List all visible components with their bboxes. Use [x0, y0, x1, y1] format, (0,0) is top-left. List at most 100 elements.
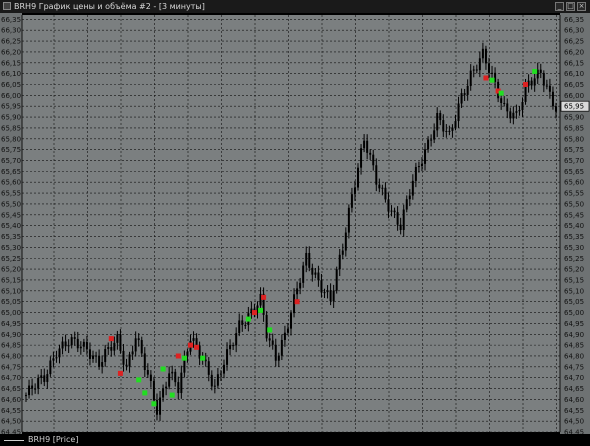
- y-tick-label-right: 64,85: [564, 342, 584, 350]
- candle-body: [64, 341, 67, 347]
- candle-body: [235, 333, 238, 346]
- candle-body: [424, 149, 427, 164]
- y-tick-label-left: 66,15: [1, 59, 21, 67]
- candle-body: [372, 154, 375, 166]
- y-tick-label-left: 65,15: [1, 276, 21, 284]
- candle-body: [503, 102, 506, 104]
- candle-body: [43, 375, 46, 382]
- candle-body: [375, 165, 378, 185]
- y-tick-label-right: 65,10: [564, 287, 584, 295]
- candle-body: [357, 167, 360, 188]
- sell-marker: [523, 82, 529, 87]
- candle-body: [82, 341, 85, 347]
- y-tick-label-right: 64,70: [564, 374, 584, 382]
- candle-body: [152, 380, 155, 401]
- candle-body: [299, 282, 302, 289]
- buy-marker: [498, 90, 504, 96]
- candle-body: [390, 210, 393, 212]
- candle-body: [469, 70, 472, 86]
- y-tick-label-right: 65,65: [564, 168, 584, 176]
- candle-body: [399, 224, 402, 230]
- candle-body: [171, 371, 174, 374]
- candle-body: [283, 332, 286, 340]
- candle-body: [378, 184, 381, 189]
- y-tick-label-left: 65,25: [1, 255, 21, 263]
- candle-body: [506, 103, 509, 112]
- candle-body: [113, 342, 116, 351]
- candle-body: [430, 139, 433, 141]
- candle-body: [110, 347, 113, 351]
- candle-body: [140, 340, 143, 354]
- candle-body: [384, 187, 387, 200]
- candle-body: [159, 397, 162, 415]
- candle-body: [25, 395, 27, 397]
- y-tick-label-right: 66,25: [564, 38, 584, 46]
- candle-body: [290, 313, 292, 329]
- candle-body: [332, 290, 335, 302]
- candle-body: [427, 139, 430, 150]
- y-tick-label-left: 64,65: [1, 385, 21, 393]
- candle-body: [417, 166, 420, 168]
- candle-body: [393, 210, 396, 213]
- y-tick-label-right: 65,45: [564, 211, 584, 219]
- close-button[interactable]: ×: [577, 2, 586, 11]
- y-tick-label-right: 66,00: [564, 92, 584, 100]
- chart-footer: BRH9 [Price]: [0, 434, 590, 446]
- y-tick-label-left: 65,00: [1, 309, 21, 317]
- y-tick-label-left: 66,20: [1, 48, 21, 56]
- candle-body: [539, 69, 542, 73]
- candle-body: [146, 370, 149, 375]
- candle-body: [408, 195, 411, 200]
- candle-body: [338, 254, 341, 270]
- y-tick-label-left: 65,20: [1, 266, 21, 274]
- candle-body: [478, 58, 481, 71]
- y-tick-label-left: 64,90: [1, 331, 21, 339]
- candle-body: [265, 314, 268, 339]
- y-tick-label-left: 64,85: [1, 342, 21, 350]
- candle-body: [61, 341, 64, 349]
- buy-marker: [200, 355, 206, 361]
- y-tick-label-left: 66,00: [1, 92, 21, 100]
- candle-body: [484, 48, 487, 64]
- candle-body: [55, 357, 58, 359]
- buy-marker: [169, 392, 175, 398]
- legend-line-swatch: [4, 440, 24, 441]
- candle-body: [28, 385, 31, 396]
- candle-body: [104, 349, 107, 363]
- candle-body: [323, 292, 326, 294]
- y-tick-label-left: 65,65: [1, 168, 21, 176]
- y-tick-label-right: 65,20: [564, 266, 584, 274]
- maximize-button[interactable]: □: [566, 2, 575, 11]
- y-tick-label-left: 65,55: [1, 190, 21, 198]
- y-tick-label-left: 64,75: [1, 363, 21, 371]
- candle-body: [119, 334, 122, 351]
- y-tick-label-right: 65,00: [564, 309, 584, 317]
- candle-body: [107, 347, 110, 350]
- buy-marker: [142, 390, 148, 396]
- sell-marker: [194, 344, 200, 350]
- candle-body: [363, 140, 366, 149]
- y-tick-label-right: 65,30: [564, 244, 584, 252]
- minimize-button[interactable]: _: [555, 2, 564, 11]
- candle-body: [472, 69, 475, 71]
- buy-marker: [267, 327, 273, 333]
- buy-marker: [151, 401, 157, 407]
- candle-body: [46, 374, 49, 382]
- y-tick-label-right: 65,05: [564, 298, 584, 306]
- sell-marker: [175, 353, 181, 359]
- candle-body: [98, 355, 101, 367]
- candle-body: [101, 362, 104, 367]
- candle-body: [439, 112, 442, 121]
- candle-body: [192, 338, 195, 341]
- candle-body: [366, 140, 369, 153]
- candle-body: [79, 346, 82, 349]
- buy-marker: [532, 68, 538, 74]
- y-tick-label-right: 64,80: [564, 352, 584, 360]
- price-chart[interactable]: 66,35 66,35 66,30 66,30 66,25 66,25 66,20 66,20…: [0, 13, 590, 437]
- candle-body: [174, 371, 177, 383]
- y-tick-label-left: 65,60: [1, 179, 21, 187]
- candle-body: [475, 69, 478, 71]
- candle-body: [442, 120, 445, 132]
- y-tick-label-left: 65,30: [1, 244, 21, 252]
- candle-body: [524, 85, 527, 102]
